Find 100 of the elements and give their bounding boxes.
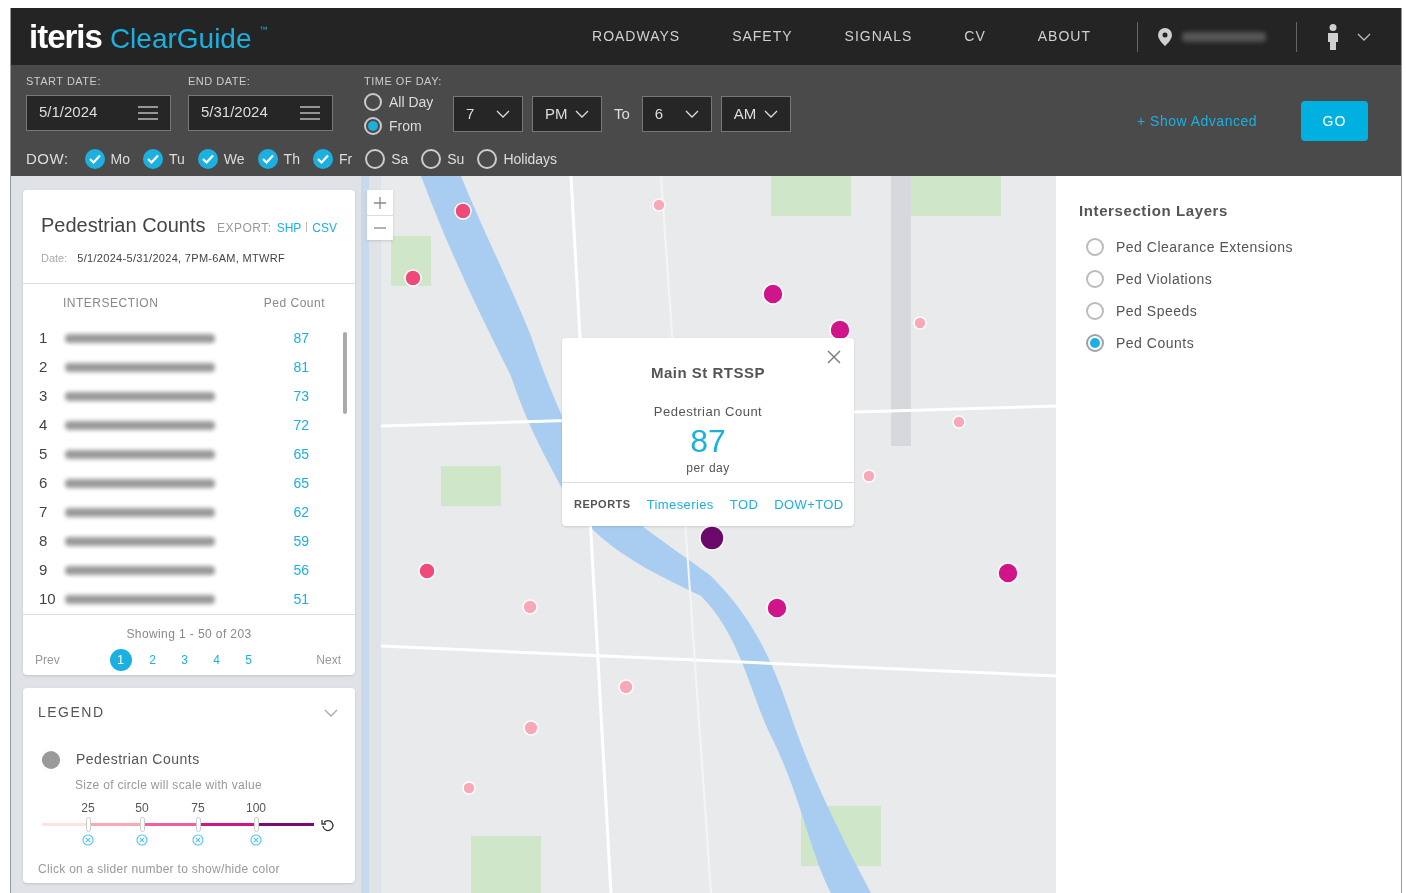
- blurred-intersection-name[interactable]: [65, 391, 215, 401]
- day-label: Sa: [391, 149, 409, 169]
- slider-track[interactable]: [42, 823, 314, 826]
- chevron-down-icon: [1357, 32, 1371, 41]
- threshold-label[interactable]: 100: [246, 802, 266, 814]
- radio-button[interactable]: [364, 93, 382, 111]
- slider-handle[interactable]: [195, 817, 201, 832]
- blurred-intersection-name[interactable]: [65, 362, 215, 372]
- date-field[interactable]: 5/1/2024: [26, 94, 171, 131]
- column-header: Ped Count: [263, 294, 325, 312]
- nav-link[interactable]: ROADWAYS: [566, 26, 707, 47]
- radio-button[interactable]: [1086, 270, 1104, 288]
- chevron-down-icon: [763, 110, 778, 118]
- to-label: To: [613, 103, 631, 124]
- plus-icon: [374, 196, 386, 209]
- column-header: INTERSECTION: [63, 294, 159, 312]
- ped-count: 56: [293, 560, 309, 580]
- checkbox[interactable]: [477, 149, 498, 170]
- remove-icon[interactable]: [82, 834, 94, 846]
- remove-icon[interactable]: [250, 834, 262, 846]
- threshold-label[interactable]: 75: [191, 802, 205, 814]
- radio-button[interactable]: [1086, 302, 1104, 320]
- chevron-down-icon: [496, 110, 510, 118]
- remove-icon[interactable]: [136, 834, 148, 846]
- trademark-mark: ™: [259, 24, 268, 36]
- blurred-intersection-name[interactable]: [65, 449, 215, 459]
- day-label: Su: [447, 149, 465, 169]
- nav-link[interactable]: ABOUT: [1011, 26, 1117, 47]
- blurred-intersection-name[interactable]: [65, 478, 215, 488]
- reports-label: REPORTS: [574, 497, 631, 513]
- nav-link[interactable]: SAFETY: [706, 26, 819, 47]
- day-label: Fr: [338, 149, 353, 169]
- nav-link[interactable]: CV: [938, 26, 1012, 47]
- blurred-intersection-name[interactable]: [65, 536, 215, 546]
- checkmark-icon: [88, 154, 101, 165]
- menu-icon: [138, 105, 158, 120]
- remove-icon[interactable]: [192, 834, 204, 846]
- radio-button[interactable]: [1086, 334, 1104, 352]
- ped-count: 59: [293, 531, 309, 551]
- export-label: EXPORT:: [217, 220, 272, 237]
- blurred-location[interactable]: [1182, 31, 1266, 42]
- radio-button[interactable]: [364, 117, 382, 135]
- dow-label: DOW:: [26, 149, 69, 169]
- select-field[interactable]: AM: [720, 96, 791, 132]
- close-button[interactable]: [827, 350, 841, 364]
- select-field[interactable]: PM: [532, 96, 602, 132]
- blurred-intersection-name[interactable]: [65, 594, 215, 604]
- ped-count: 62: [293, 502, 309, 522]
- ped-count: 72: [293, 415, 309, 435]
- checkbox[interactable]: [312, 149, 333, 170]
- checkbox[interactable]: [365, 149, 386, 170]
- legend-title: LEGEND: [38, 703, 105, 722]
- slider-handle[interactable]: [139, 817, 145, 832]
- ped-count: 65: [293, 473, 309, 493]
- legend-layer-name: Pedestrian Counts: [76, 750, 200, 769]
- radio-button[interactable]: [1086, 238, 1104, 256]
- threshold-label[interactable]: 50: [135, 802, 149, 814]
- ped-count: 87: [293, 328, 309, 348]
- menu-icon: [300, 105, 320, 120]
- legend-note: Size of circle will scale with value: [75, 777, 263, 794]
- scrollbar-thumb[interactable]: [343, 331, 347, 414]
- blurred-intersection-name[interactable]: [65, 333, 215, 343]
- select-field[interactable]: 7: [453, 96, 523, 132]
- metric-value: 87: [690, 425, 726, 457]
- checkbox[interactable]: [197, 149, 218, 170]
- date-label: Date:: [41, 251, 68, 266]
- checkmark-icon: [201, 154, 214, 165]
- slider-handle[interactable]: [253, 817, 259, 832]
- day-label: Tu: [169, 149, 185, 169]
- threshold-label[interactable]: 25: [81, 802, 95, 814]
- nav-link[interactable]: SIGNALS: [818, 26, 939, 47]
- ped-count: 81: [293, 357, 309, 377]
- metric-label: Pedestrian Count: [653, 402, 763, 421]
- checkbox[interactable]: [257, 149, 278, 170]
- checkbox[interactable]: [84, 149, 105, 170]
- radio-label: From: [389, 116, 422, 136]
- collapse-button[interactable]: [324, 708, 338, 717]
- person-icon[interactable]: [1327, 23, 1339, 50]
- select-field[interactable]: 6: [641, 96, 712, 132]
- rank-number: 6: [39, 472, 49, 493]
- date-field[interactable]: 5/31/2024: [188, 94, 333, 131]
- show-advanced-link[interactable]: + Show Advanced: [1137, 110, 1257, 132]
- checkmark-icon: [147, 154, 159, 165]
- blurred-intersection-name[interactable]: [65, 507, 215, 517]
- ped-count: 65: [293, 444, 309, 464]
- rank-number: 7: [39, 501, 49, 522]
- map-pin-icon: [1158, 27, 1172, 46]
- checkbox[interactable]: [421, 149, 442, 170]
- layer-option-label: Ped Violations: [1116, 269, 1213, 289]
- reset-icon[interactable]: [321, 818, 335, 832]
- rank-number: 4: [39, 414, 49, 435]
- ped-count: 51: [293, 589, 309, 609]
- rank-number: 10: [39, 588, 57, 609]
- chevron-down-icon: [324, 708, 338, 717]
- blurred-intersection-name[interactable]: [65, 420, 215, 430]
- slider-handle[interactable]: [85, 817, 91, 832]
- checkbox[interactable]: [143, 149, 163, 170]
- field-label: TIME OF DAY:: [364, 74, 443, 89]
- blurred-intersection-name[interactable]: [65, 565, 215, 575]
- legend-hint: Click on a slider number to show/hide color: [38, 861, 281, 878]
